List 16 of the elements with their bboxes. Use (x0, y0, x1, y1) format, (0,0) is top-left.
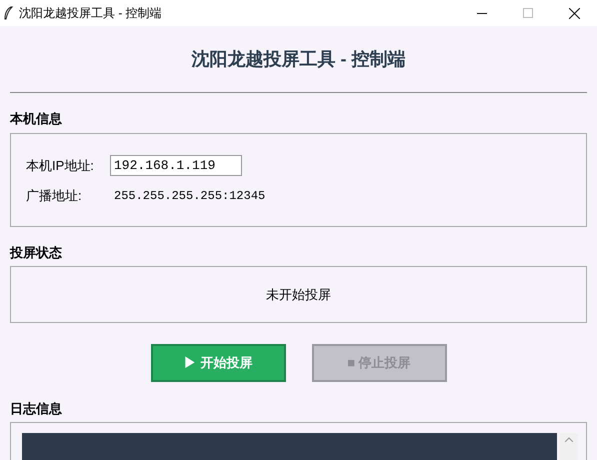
broadcast-address: 255.255.255.255:12345 (114, 188, 266, 204)
scroll-up-icon[interactable] (565, 437, 573, 442)
close-icon (568, 8, 580, 18)
status-text: 未开始投屏 (266, 286, 331, 304)
feather-icon (3, 6, 13, 20)
maximize-icon (523, 8, 533, 18)
broadcast-label: 广播地址: (26, 186, 83, 205)
ip-field[interactable]: 192.168.1.119 (110, 154, 242, 176)
app-heading: 沈阳龙越投屏工具 - 控制端 (192, 48, 406, 70)
window-title: 沈阳龙越投屏工具 - 控制端 (19, 5, 162, 22)
section-title: 本机信息 (10, 111, 62, 127)
section-title: 投屏状态 (10, 245, 62, 261)
ip-label: 本机IP地址: (26, 156, 95, 174)
section-title: 日志信息 (10, 401, 62, 417)
start-button[interactable]: ▶ 开始投屏 (150, 344, 286, 382)
minimize-icon (477, 12, 487, 14)
